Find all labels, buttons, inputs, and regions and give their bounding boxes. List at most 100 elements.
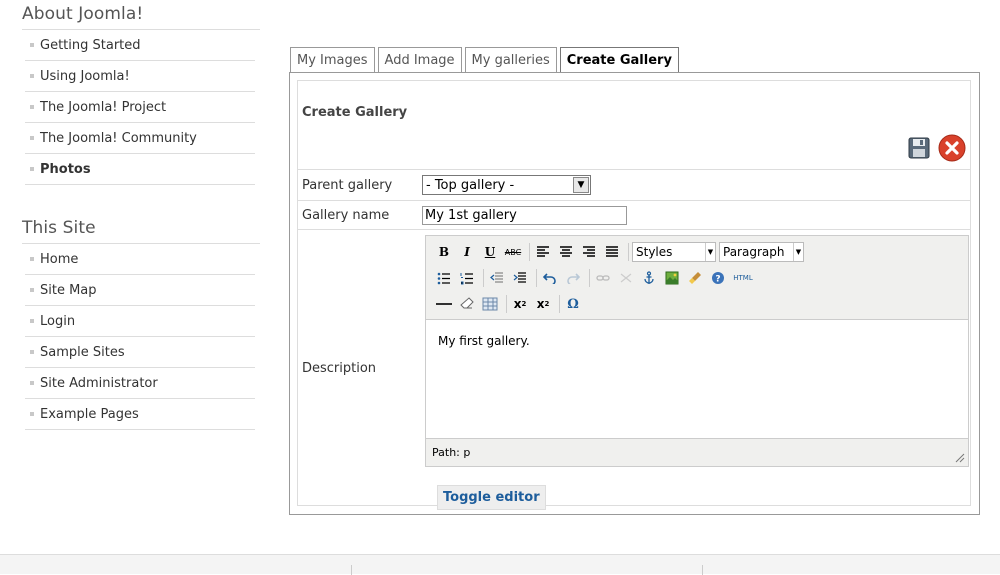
editor-toolbar: B I U ABC Styles ▼ Paragraph ▼ ? HTML x … [426, 236, 968, 320]
toolbar-separator [628, 243, 629, 261]
menu-item-joomla-project[interactable]: The Joomla! Project [25, 92, 255, 123]
menu-item-label[interactable]: The Joomla! Community [40, 131, 197, 146]
eraser-icon[interactable] [457, 294, 477, 314]
menu-item-site-administrator[interactable]: Site Administrator [25, 368, 255, 399]
toolbar-separator [559, 295, 560, 313]
parent-gallery-label: Parent gallery [302, 177, 393, 193]
indent-icon[interactable] [510, 268, 530, 288]
menu-item-photos[interactable]: Photos [25, 154, 255, 185]
anchor-icon[interactable] [639, 268, 659, 288]
bullet-icon [30, 136, 34, 140]
parent-gallery-row: Parent gallery - Top gallery - ▼ [298, 170, 970, 201]
styles-select[interactable]: Styles ▼ [632, 242, 716, 262]
strikethrough-icon[interactable]: ABC [503, 242, 523, 262]
gallery-name-label: Gallery name [302, 207, 390, 223]
format-select[interactable]: Paragraph ▼ [719, 242, 804, 262]
about-menu: Getting Started Using Joomla! The Joomla… [22, 30, 260, 185]
align-left-icon[interactable] [533, 242, 553, 262]
tab-create-gallery[interactable]: Create Gallery [559, 47, 679, 73]
parent-gallery-select[interactable]: - Top gallery - ▼ [422, 175, 591, 195]
cleanup-icon[interactable] [685, 268, 705, 288]
link-icon[interactable] [593, 268, 613, 288]
menu-item-getting-started[interactable]: Getting Started [25, 30, 255, 61]
align-center-icon[interactable] [556, 242, 576, 262]
menu-item-site-map[interactable]: Site Map [25, 275, 255, 306]
form-header: Create Gallery [298, 81, 970, 170]
svg-text:?: ? [715, 275, 720, 285]
chevron-down-icon[interactable]: ▼ [573, 177, 589, 193]
html-source-icon[interactable]: HTML [731, 268, 755, 288]
module-title-about: About Joomla! [22, 0, 260, 30]
menu-item-label[interactable]: Example Pages [40, 407, 139, 422]
create-gallery-panel: Create Gallery Parent gallery - Top gall… [289, 72, 980, 515]
horizontal-rule-icon[interactable] [434, 294, 454, 314]
menu-item-label[interactable]: Site Map [40, 283, 97, 298]
toolbar-separator [506, 295, 507, 313]
bullet-list-icon[interactable] [434, 268, 454, 288]
chevron-down-icon[interactable]: ▼ [793, 243, 803, 261]
sidebar: About Joomla! Getting Started Using Joom… [22, 0, 260, 430]
site-menu: Home Site Map Login Sample Sites Site Ad… [22, 244, 260, 430]
redo-icon[interactable] [563, 268, 583, 288]
toolbar-separator [483, 269, 484, 287]
menu-item-using-joomla[interactable]: Using Joomla! [25, 61, 255, 92]
align-justify-icon[interactable] [602, 242, 622, 262]
undo-icon[interactable] [540, 268, 560, 288]
help-icon[interactable]: ? [708, 268, 728, 288]
bullet-icon [30, 43, 34, 47]
menu-item-example-pages[interactable]: Example Pages [25, 399, 255, 430]
module-title-this-site: This Site [22, 214, 260, 244]
toggle-editor-button[interactable]: Toggle editor [437, 485, 546, 510]
menu-item-label[interactable]: Login [40, 314, 75, 329]
outdent-icon[interactable] [487, 268, 507, 288]
bullet-icon [30, 412, 34, 416]
unlink-icon[interactable] [616, 268, 636, 288]
menu-item-joomla-community[interactable]: The Joomla! Community [25, 123, 255, 154]
toolbar-separator [536, 269, 537, 287]
tab-add-image[interactable]: Add Image [377, 47, 462, 72]
resize-handle-icon[interactable] [955, 453, 965, 463]
numbered-list-icon[interactable] [457, 268, 477, 288]
subscript-icon[interactable]: x2 [510, 294, 530, 314]
page-title: Create Gallery [302, 105, 408, 120]
special-character-icon[interactable]: Ω [563, 294, 583, 314]
menu-item-label[interactable]: Sample Sites [40, 345, 125, 360]
superscript-icon[interactable]: x2 [533, 294, 553, 314]
close-icon[interactable] [938, 134, 966, 162]
parent-gallery-value: - Top gallery - [426, 177, 515, 193]
bold-icon[interactable]: B [434, 242, 454, 262]
format-select-value: Paragraph [723, 245, 785, 259]
menu-item-home[interactable]: Home [25, 244, 255, 275]
tab-my-images[interactable]: My Images [290, 47, 375, 72]
toolbar-separator [529, 243, 530, 261]
gallery-name-input[interactable] [422, 205, 627, 225]
menu-item-login[interactable]: Login [25, 306, 255, 337]
menu-item-label[interactable]: Home [40, 252, 78, 267]
rich-text-editor: B I U ABC Styles ▼ Paragraph ▼ ? HTML x … [425, 235, 969, 467]
chevron-down-icon[interactable]: ▼ [705, 243, 715, 261]
bullet-icon [30, 288, 34, 292]
bullet-icon [30, 105, 34, 109]
table-icon[interactable] [480, 294, 500, 314]
underline-icon[interactable]: U [480, 242, 500, 262]
description-label: Description [302, 361, 377, 376]
save-icon[interactable] [905, 134, 933, 162]
menu-item-label[interactable]: Using Joomla! [40, 69, 130, 84]
editor-path: Path: p [432, 446, 471, 459]
menu-item-label[interactable]: The Joomla! Project [40, 100, 166, 115]
tab-my-galleries[interactable]: My galleries [464, 47, 557, 72]
italic-icon[interactable]: I [457, 242, 477, 262]
bullet-icon [30, 350, 34, 354]
menu-item-label[interactable]: Photos [40, 162, 91, 177]
align-right-icon[interactable] [579, 242, 599, 262]
menu-item-sample-sites[interactable]: Sample Sites [25, 337, 255, 368]
bullet-icon [30, 381, 34, 385]
bullet-icon [30, 167, 34, 171]
image-icon[interactable] [662, 268, 682, 288]
menu-item-label[interactable]: Getting Started [40, 38, 141, 53]
bullet-icon [30, 319, 34, 323]
menu-item-label[interactable]: Site Administrator [40, 376, 158, 391]
styles-select-value: Styles [636, 245, 673, 259]
toolbar-separator [589, 269, 590, 287]
editor-content-area[interactable]: My first gallery. [426, 320, 968, 439]
